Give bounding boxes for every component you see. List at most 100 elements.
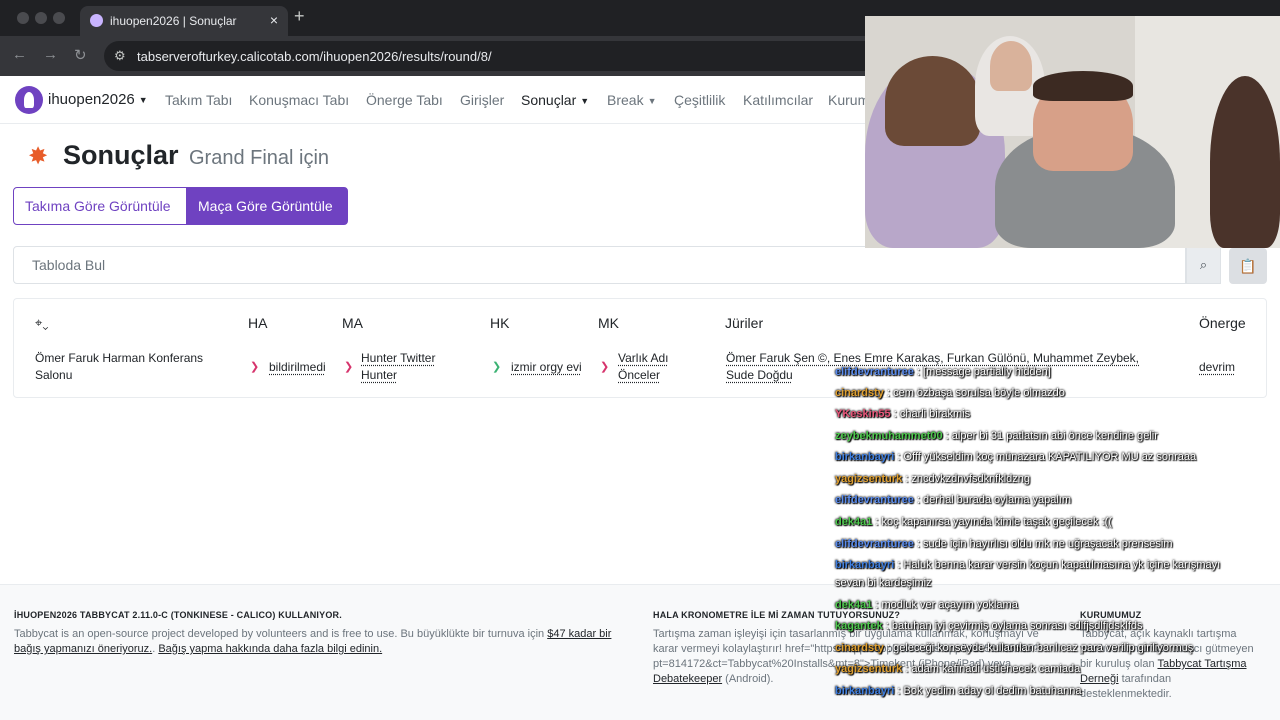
chevron-down-icon: ▼ bbox=[138, 95, 148, 106]
chat-text: : zncdvkzdnvfsdknfkldzng bbox=[905, 473, 1031, 485]
nav-speaker-tab[interactable]: Konuşmacı Tabı bbox=[249, 92, 349, 108]
footer-timer-heading: HALA KRONOMETRE İLE Mİ ZAMAN TUTUYORSUNU… bbox=[653, 610, 901, 620]
page-title: Sonuçlar bbox=[63, 140, 179, 170]
tab-title: ihuopen2026 | Sonuçlar bbox=[110, 14, 237, 28]
header-cg[interactable]: HK bbox=[490, 315, 509, 331]
new-tab-button[interactable]: + bbox=[294, 6, 305, 27]
chat-username: cinardsty bbox=[835, 387, 884, 399]
nav-institutions[interactable]: Kurum bbox=[828, 92, 869, 108]
tab-close-icon[interactable]: × bbox=[270, 12, 278, 28]
chat-text: : geleceği konseyde kullanılan banlıcaz … bbox=[886, 642, 1194, 654]
chat-text: : modluk ver açayım yoklama bbox=[875, 599, 1018, 611]
footer-version-heading: İHUOPEN2026 TABBYCAT 2.11.0-C (TONKINESE… bbox=[14, 610, 342, 620]
back-arrow-icon[interactable]: ← bbox=[12, 46, 27, 63]
chevron-down-icon: ▼ bbox=[647, 96, 657, 107]
team-og-link[interactable]: bildirilmedi bbox=[269, 359, 326, 376]
footer-org-heading: KURUMUMUZ bbox=[1080, 610, 1142, 620]
nav-team-tab[interactable]: Takım Tabı bbox=[165, 92, 232, 108]
chat-message: elifdevranturee : [message partially hid… bbox=[835, 366, 1051, 378]
chat-text: : sude için hayırlısı oldu mk ne uğraşac… bbox=[916, 538, 1173, 550]
chat-username: kagantek bbox=[835, 620, 883, 632]
chat-message: yagizsenturk : zncdvkzdnvfsdknfkldzng bbox=[835, 473, 1030, 485]
view-by-debate-button[interactable]: Maça Göre Görüntüle bbox=[186, 187, 348, 225]
webcam-video bbox=[865, 16, 1280, 248]
debatekeeper-link[interactable]: Debatekeeper bbox=[653, 673, 722, 685]
chat-message: zeybekmuhammet00 : alper bi 31 patlatsın… bbox=[835, 430, 1158, 442]
chat-username: elifdevranturee bbox=[835, 366, 914, 378]
chat-username: yagizsenturk bbox=[835, 473, 903, 485]
team-oo-link[interactable]: Hunter Twitter Hunter bbox=[361, 350, 471, 384]
chat-text: : cem özbaşa sorulsa böyle olmazdo bbox=[886, 387, 1065, 399]
browser-tab[interactable]: ihuopen2026 | Sonuçlar × bbox=[80, 6, 288, 36]
chevron-down-icon: ❯ bbox=[600, 361, 610, 373]
chat-username: yagizsenturk bbox=[835, 663, 903, 675]
chat-message: dek4a1 : modluk ver açayım yoklama bbox=[835, 599, 1018, 611]
forward-arrow-icon[interactable]: → bbox=[43, 46, 58, 63]
chat-text: : koç kapanırsa yayında kimle taşak geçi… bbox=[875, 516, 1112, 528]
tabbycat-logo-icon[interactable] bbox=[15, 86, 43, 114]
header-co[interactable]: MK bbox=[598, 315, 619, 331]
donation-info-link[interactable]: Bağış yapma hakkında daha fazla bilgi ed… bbox=[158, 643, 382, 655]
chat-message: dek4a1 : koç kapanırsa yayında kimle taş… bbox=[835, 516, 1112, 528]
chat-text: sevan bi kardeşimiz bbox=[835, 577, 932, 589]
url-text: tabserverofturkey.calicotab.com/ihuopen2… bbox=[137, 49, 492, 64]
chat-text: : batuhan iyi çevirmiş oylama sonrası sd… bbox=[885, 620, 1143, 632]
chevron-down-icon: ❯ bbox=[344, 361, 354, 373]
chevron-up-icon: ❯ bbox=[492, 361, 502, 373]
clipboard-icon[interactable]: 📋 bbox=[1229, 248, 1267, 284]
chat-text: : Haluk benna karar versin koçun kapatıl… bbox=[897, 559, 1221, 571]
footer-org-text: Tabbycat, açık kaynaklı tartışma yazılım… bbox=[1080, 627, 1260, 702]
chat-message: birkanbayri : Bok yedim aday ol dedim ba… bbox=[835, 685, 1081, 697]
chat-message: sevan bi kardeşimiz bbox=[835, 577, 932, 589]
chat-username: zeybekmuhammet00 bbox=[835, 430, 943, 442]
minimize-window-icon[interactable] bbox=[35, 12, 47, 24]
reload-icon[interactable]: ↻ bbox=[74, 46, 87, 64]
chat-message: kagantek : batuhan iyi çevirmiş oylama s… bbox=[835, 620, 1143, 632]
header-judges[interactable]: Jüriler bbox=[725, 315, 763, 331]
chat-username: dek4a1 bbox=[835, 516, 873, 528]
chat-username: birkanbayri bbox=[835, 451, 895, 463]
webcam-person-back-face bbox=[990, 41, 1032, 91]
chat-text: : charli birakmis bbox=[893, 408, 971, 420]
tournament-brand[interactable]: ihuopen2026 ▼ bbox=[48, 91, 148, 108]
chat-message: elifdevranturee : sude için hayırlısı ol… bbox=[835, 538, 1173, 550]
footer-donation-body: Tabbycat is an open-source project devel… bbox=[14, 628, 548, 640]
nav-motion-tab[interactable]: Önerge Tabı bbox=[366, 92, 443, 108]
chat-message: cinardsty : cem özbaşa sorulsa böyle olm… bbox=[835, 387, 1065, 399]
maximize-window-icon[interactable] bbox=[53, 12, 65, 24]
site-info-icon[interactable]: ⚙ bbox=[114, 48, 126, 64]
nav-results[interactable]: Sonuçlar ▼ bbox=[521, 92, 589, 108]
chat-username: elifdevranturee bbox=[835, 538, 914, 550]
chat-message: YKeskin55 : charli birakmis bbox=[835, 408, 970, 420]
footer-timer-tail: (Android). bbox=[722, 673, 774, 685]
chat-username: dek4a1 bbox=[835, 599, 873, 611]
team-co-link[interactable]: Varlık Adı Önceler bbox=[618, 350, 708, 384]
motion-link[interactable]: devrim bbox=[1199, 359, 1235, 376]
close-window-icon[interactable] bbox=[17, 12, 29, 24]
header-motion[interactable]: Önerge bbox=[1199, 315, 1246, 331]
footer-donation-text: Tabbycat is an open-source project devel… bbox=[14, 627, 624, 657]
chat-username: birkanbayri bbox=[835, 685, 895, 697]
nav-entries[interactable]: Girişler bbox=[460, 92, 504, 108]
chat-text: : Bok yedim aday ol dedim batuhanna bbox=[897, 685, 1082, 697]
chat-message: cinardsty : geleceği konseyde kullanılan… bbox=[835, 642, 1193, 654]
table-search-input[interactable] bbox=[13, 246, 1186, 284]
nav-diversity[interactable]: Çeşitlilik bbox=[674, 92, 725, 108]
chat-username: birkanbayri bbox=[835, 559, 895, 571]
chat-message: elifdevranturee : derhal burada oylama y… bbox=[835, 494, 1071, 506]
chat-text: : alper bi 31 patlatsın abi önce kendine… bbox=[945, 430, 1158, 442]
view-by-team-button[interactable]: Takıma Göre Görüntüle bbox=[13, 187, 187, 225]
team-cg-link[interactable]: izmir orgy evi bbox=[511, 359, 582, 376]
nav-participants[interactable]: Katılımcılar bbox=[743, 92, 813, 108]
chevron-down-icon: ❯ bbox=[250, 361, 260, 373]
page-subtitle: Grand Final için bbox=[189, 147, 330, 169]
burst-icon: ✸ bbox=[28, 143, 49, 170]
venue-sort-icon[interactable]: ⌖⌄ bbox=[35, 315, 48, 331]
chat-message: birkanbayri : Offf yükseldim koç münazar… bbox=[835, 451, 1196, 463]
search-icon[interactable]: ⌕ bbox=[1186, 246, 1221, 284]
header-og[interactable]: HA bbox=[248, 315, 267, 331]
chevron-down-icon: ▼ bbox=[580, 96, 590, 107]
nav-break[interactable]: Break ▼ bbox=[607, 92, 657, 108]
header-oo[interactable]: MA bbox=[342, 315, 363, 331]
tab-favicon-icon bbox=[90, 14, 103, 27]
